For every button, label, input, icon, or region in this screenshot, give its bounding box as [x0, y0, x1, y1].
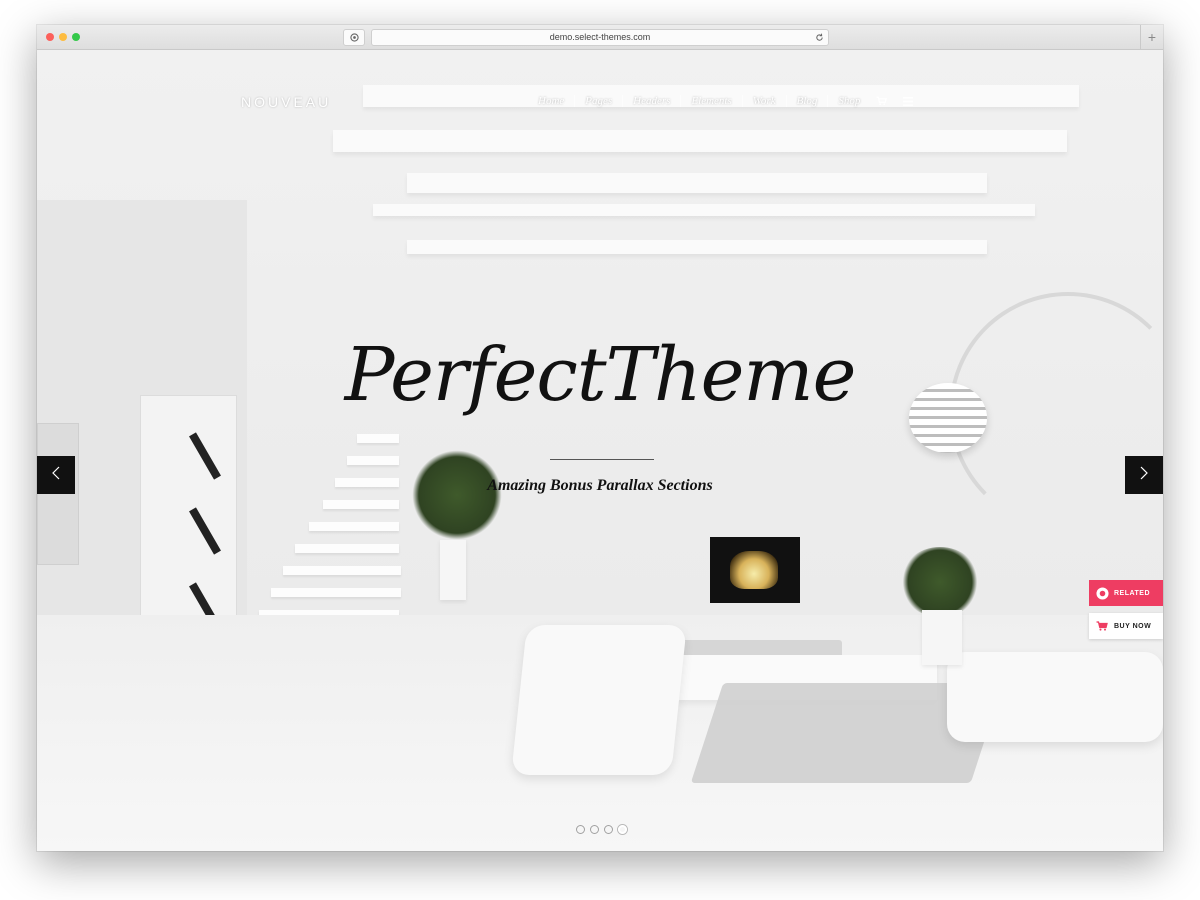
related-icon	[1096, 586, 1114, 600]
plant-pot	[922, 610, 962, 665]
close-window-button[interactable]	[46, 33, 54, 41]
chevron-right-icon	[1140, 466, 1148, 485]
armchair	[947, 652, 1163, 742]
related-label: RELATED	[1114, 589, 1151, 597]
stair-step	[295, 544, 399, 553]
privacy-shield-icon[interactable]	[343, 29, 365, 46]
ceiling-beam	[407, 240, 987, 254]
plant-pot	[440, 540, 466, 600]
nav-item-headers[interactable]: Headers	[623, 95, 682, 107]
new-tab-button[interactable]: +	[1140, 25, 1163, 49]
hero-subtitle: Amazing Bonus Parallax Sections	[487, 477, 713, 494]
browser-window: demo.select-themes.com + NOUVEAU Home Pa…	[37, 25, 1163, 851]
nav-item-elements[interactable]: Elements	[681, 95, 743, 107]
buy-now-button[interactable]: BUY NOW	[1089, 613, 1163, 639]
ceiling-beam	[333, 130, 1067, 152]
stair-step	[309, 522, 399, 531]
stair-step	[283, 566, 401, 575]
plant	[412, 450, 502, 540]
maximize-window-button[interactable]	[72, 33, 80, 41]
slide-dot-3[interactable]	[604, 825, 613, 834]
hero-divider	[550, 459, 654, 460]
slide-dot-4[interactable]	[618, 825, 627, 834]
browser-titlebar: demo.select-themes.com +	[37, 25, 1163, 50]
stair-step	[347, 456, 399, 465]
ceiling-beam	[373, 204, 1035, 216]
url-text: demo.select-themes.com	[549, 32, 651, 42]
slide-dot-1[interactable]	[576, 825, 585, 834]
stair-step	[271, 588, 401, 597]
slide-dot-2[interactable]	[590, 825, 599, 834]
buy-now-label: BUY NOW	[1114, 622, 1152, 630]
reload-icon[interactable]	[815, 32, 824, 47]
nav-item-blog[interactable]: Blog	[787, 95, 829, 107]
ceiling-beam	[407, 173, 987, 193]
cart-icon	[1096, 621, 1114, 631]
hero-slider: NOUVEAU Home Pages Headers Elements Work…	[37, 50, 1163, 851]
slider-pagination	[576, 825, 627, 834]
hero-headline: PerfectTheme	[344, 332, 857, 418]
minimize-window-button[interactable]	[59, 33, 67, 41]
nav-item-home[interactable]: Home	[528, 95, 576, 107]
fireplace	[710, 537, 800, 603]
main-nav: Home Pages Headers Elements Work Blog Sh…	[528, 95, 914, 107]
armchair	[511, 625, 687, 775]
address-bar[interactable]: demo.select-themes.com	[371, 29, 829, 46]
cart-icon[interactable]	[876, 96, 888, 106]
next-slide-button[interactable]	[1125, 456, 1163, 494]
nav-item-pages[interactable]: Pages	[575, 95, 624, 107]
nav-item-work[interactable]: Work	[743, 95, 787, 107]
previous-slide-button[interactable]	[37, 456, 75, 494]
plant	[900, 547, 980, 617]
menu-icon[interactable]	[903, 96, 914, 106]
site-logo[interactable]: NOUVEAU	[241, 94, 331, 110]
stair-step	[323, 500, 399, 509]
chevron-left-icon	[52, 466, 60, 485]
related-button[interactable]: RELATED	[1089, 580, 1163, 606]
nav-item-shop[interactable]: Shop	[828, 95, 870, 107]
stair-step	[357, 434, 399, 443]
